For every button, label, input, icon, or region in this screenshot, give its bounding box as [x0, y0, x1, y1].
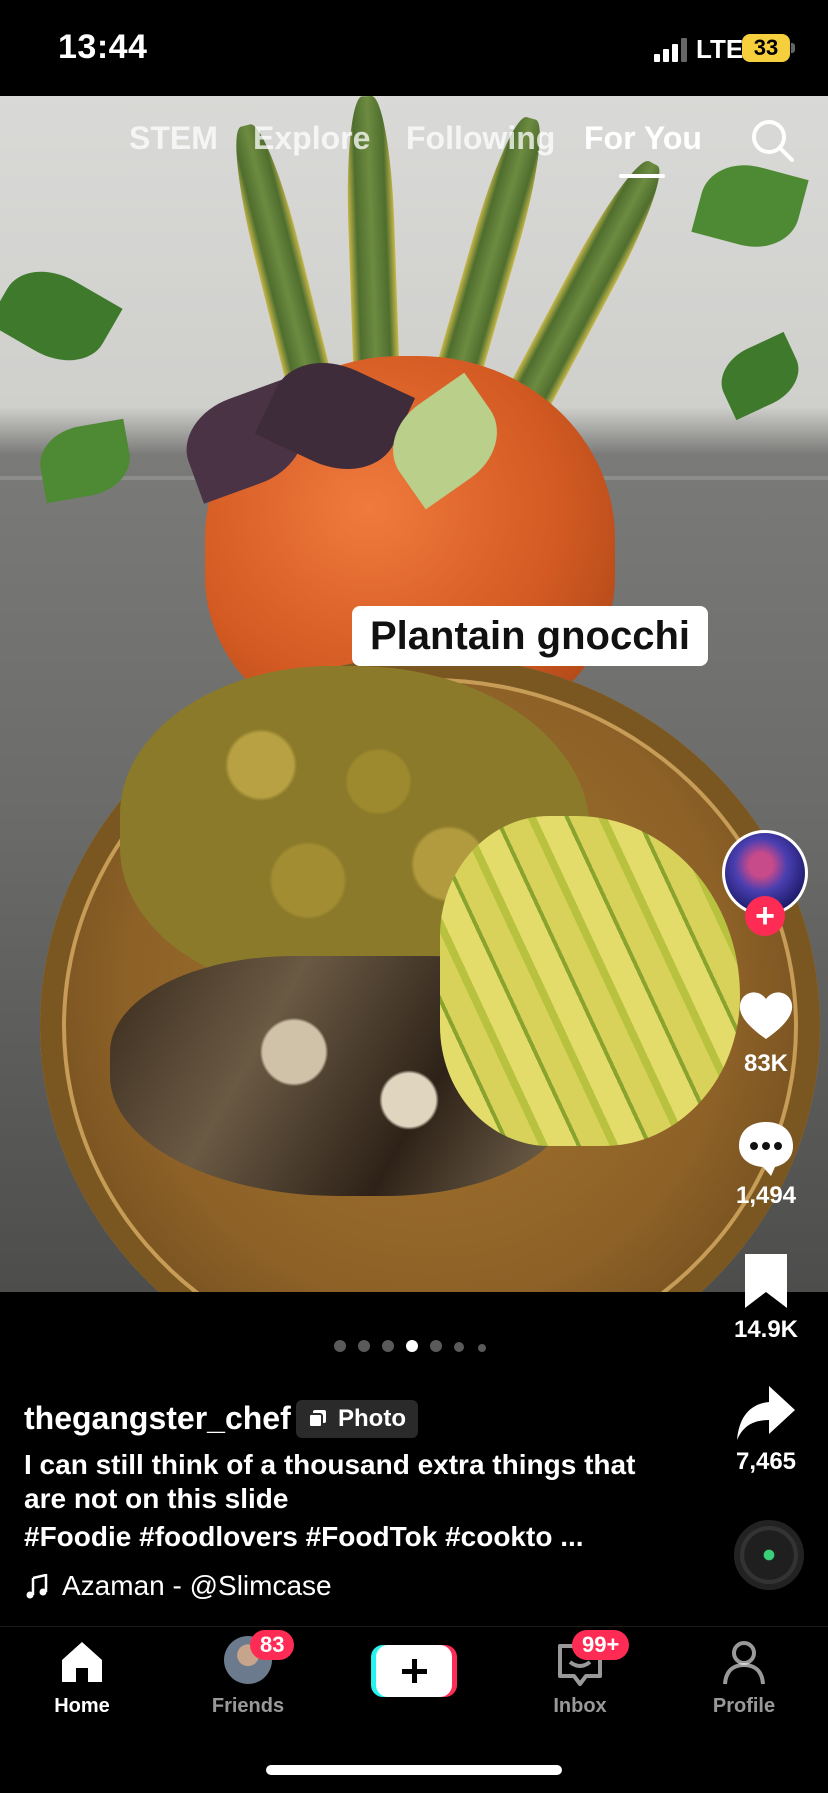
carousel-dot: [358, 1340, 370, 1352]
create-button[interactable]: [371, 1643, 457, 1699]
search-icon[interactable]: [748, 116, 796, 164]
share-count: 7,465: [735, 1448, 797, 1475]
plant-leaf: [0, 253, 123, 379]
battery-icon: [791, 43, 795, 53]
active-tab-indicator: [619, 174, 665, 178]
network-label: LTE: [696, 34, 744, 64]
follow-button[interactable]: +: [745, 896, 785, 936]
friends-badge: 83: [250, 1630, 295, 1660]
carousel-dot: [430, 1340, 442, 1352]
nav-friends[interactable]: Friends: [188, 1695, 308, 1718]
plant-leaf: [34, 418, 136, 504]
tab-explore[interactable]: Explore: [253, 120, 370, 157]
inbox-badge: 99+: [572, 1630, 630, 1660]
plant-leaf: [711, 331, 809, 421]
status-bar: 13:44 LTE 33: [0, 0, 828, 96]
carousel-dot: [478, 1344, 486, 1352]
heart-icon[interactable]: [735, 983, 797, 1045]
save-count: 14.9K: [733, 1316, 799, 1343]
carousel-dot-active: [406, 1340, 418, 1352]
home-indicator: [266, 1765, 562, 1775]
signal-icon: [654, 38, 687, 62]
carousel-dot: [454, 1342, 464, 1352]
share-icon[interactable]: [735, 1382, 797, 1444]
bookmark-icon[interactable]: [735, 1250, 797, 1312]
plant-leaf: [691, 154, 809, 258]
post-hashtags[interactable]: #Foodie #foodlovers #FoodTok #cookto ...: [24, 1521, 584, 1553]
home-icon[interactable]: [58, 1638, 106, 1686]
creator-username[interactable]: thegangster_chef: [24, 1400, 291, 1437]
image-caption: Plantain gnocchi: [352, 606, 708, 666]
comment-icon[interactable]: [735, 1116, 797, 1178]
sound-disc[interactable]: [734, 1520, 804, 1590]
status-time: 13:44: [58, 28, 148, 66]
sound-name[interactable]: Azaman - @Slimcase: [24, 1570, 332, 1602]
profile-icon[interactable]: [720, 1638, 768, 1686]
tab-stem[interactable]: STEM: [129, 120, 218, 157]
tab-for-you[interactable]: For You: [584, 120, 702, 157]
nav-profile[interactable]: Profile: [684, 1695, 804, 1718]
photo-icon: [308, 1410, 326, 1428]
tab-following[interactable]: Following: [406, 120, 555, 157]
post-description[interactable]: I can still think of a thousand extra th…: [24, 1448, 664, 1516]
carousel-dot: [382, 1340, 394, 1352]
nav-home[interactable]: Home: [22, 1695, 142, 1718]
carousel-dot: [334, 1340, 346, 1352]
nav-inbox[interactable]: Inbox: [520, 1695, 640, 1718]
photo-type-badge: Photo: [296, 1400, 418, 1438]
photo-badge-label: Photo: [338, 1405, 406, 1432]
post-photo[interactable]: [0, 96, 828, 1292]
battery-level: 33: [742, 34, 790, 62]
like-count: 83K: [743, 1050, 789, 1077]
comment-count: 1,494: [735, 1182, 797, 1209]
